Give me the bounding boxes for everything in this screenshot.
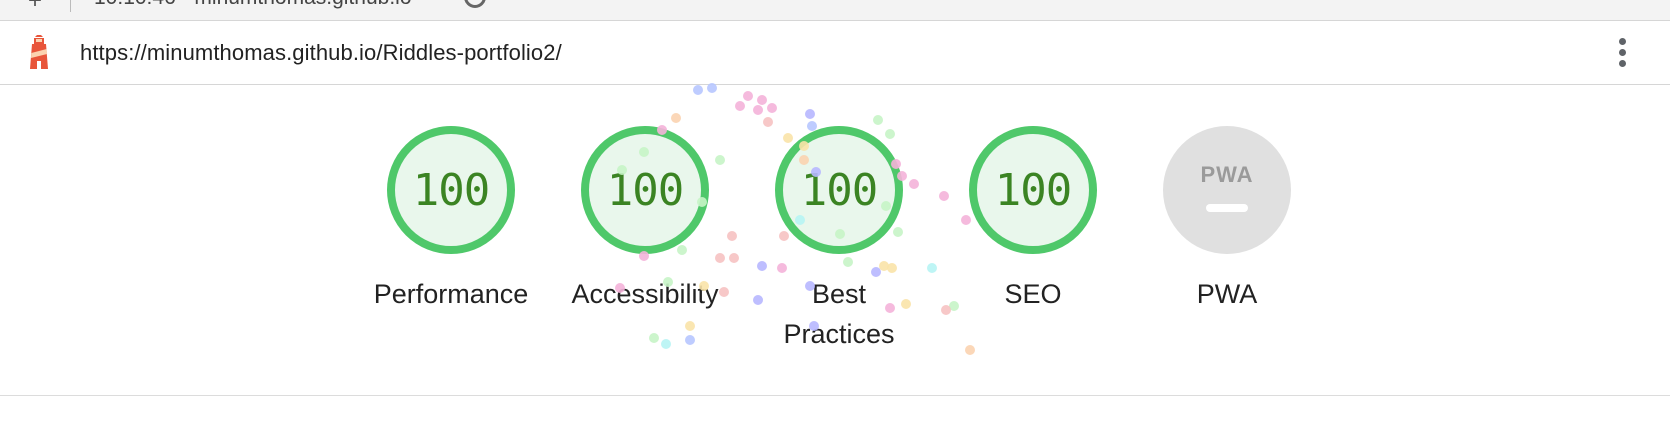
address-bar: https://minumthomas.github.io/Riddles-po… [0,21,1670,85]
accessibility-label: Accessibility [571,279,719,309]
tab-title[interactable]: 10:10:46 - minumthomas.github.io [94,0,414,10]
pwa-label: PWA [1196,279,1258,309]
best-practices-score-ring: 100 [775,126,903,254]
reload-icon[interactable] [464,0,486,8]
performance-score-ring: 100 [387,126,515,254]
pwa-badge: PWA [1163,126,1291,254]
new-tab-icon[interactable]: + [28,0,42,15]
url-text[interactable]: https://minumthomas.github.io/Riddles-po… [80,40,562,66]
tab-strip: + 10:10:46 - minumthomas.github.io [0,0,1670,21]
performance-score: 100 [412,164,490,216]
pwa-gauge[interactable]: PWA PWA [1162,126,1292,309]
accessibility-score: 100 [606,164,684,216]
seo-gauge[interactable]: 100 SEO [968,126,1098,309]
tab-separator [70,0,71,12]
lighthouse-icon [30,35,48,69]
section-divider [0,395,1670,396]
accessibility-score-ring: 100 [581,126,709,254]
seo-label: SEO [1004,279,1062,309]
best-practices-label: Best Practices [783,279,895,349]
pwa-badge-text: PWA [1200,162,1254,187]
seo-score-ring: 100 [969,126,1097,254]
performance-label: Performance [373,279,529,309]
best-practices-score: 100 [800,164,878,216]
pwa-not-applicable-icon [1206,204,1248,212]
more-options-icon[interactable] [1616,35,1628,71]
best-practices-gauge[interactable]: 100 Best Practices [774,126,904,349]
performance-gauge[interactable]: 100 Performance [374,126,528,309]
accessibility-gauge[interactable]: 100 Accessibility [571,126,719,309]
seo-score: 100 [994,164,1072,216]
